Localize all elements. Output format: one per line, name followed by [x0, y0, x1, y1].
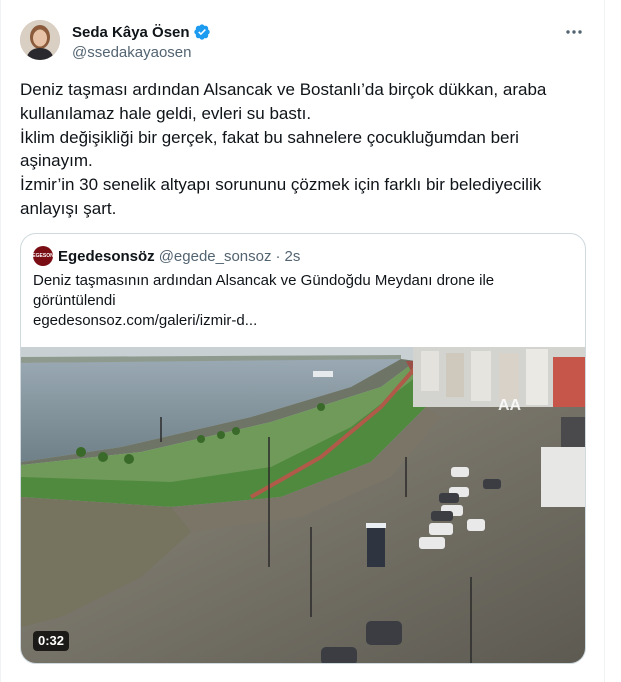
author-handle[interactable]: @ssedakayaosen — [72, 44, 191, 61]
avatar-photo — [20, 20, 60, 60]
quoted-author-name[interactable]: Egedesonsöz — [58, 248, 155, 265]
tweet: Seda Kâya Ösen @ssedakayaosen Deniz taşm… — [0, 0, 604, 682]
quoted-author-handle[interactable]: @egede_sonsoz — [159, 248, 272, 265]
more-options-icon[interactable] — [564, 22, 584, 42]
quoted-tweet[interactable]: EGESON Egedesonsöz @egede_sonsoz · 2s De… — [20, 233, 586, 664]
separator-dot: · — [275, 247, 281, 265]
tweet-text: Deniz taşması ardından Alsancak ve Bosta… — [20, 78, 590, 221]
quoted-tweet-text: Deniz taşmasının ardından Alsancak ve Gü… — [33, 271, 573, 331]
quoted-link[interactable]: egedesonsoz.com/galeri/izmir-d... — [33, 311, 573, 331]
video-duration-badge: 0:32 — [33, 631, 70, 651]
avatar[interactable] — [20, 20, 60, 60]
quoted-avatar[interactable]: EGESON — [32, 246, 54, 266]
video-player[interactable]: AA 0:32 — [21, 347, 585, 663]
verified-badge-icon[interactable] — [193, 23, 211, 41]
timeline-border-right — [604, 0, 605, 682]
tweet-text-line: İklim değişikliği bir gerçek, fakat bu s… — [20, 127, 519, 171]
watermark-logo: AA — [498, 397, 522, 414]
quoted-tweet-header: EGESON Egedesonsöz @egede_sonsoz · 2s — [32, 246, 301, 266]
tweet-text-line: Deniz taşması ardından Alsancak ve Bosta… — [20, 80, 547, 123]
tweet-text-line: İzmir’in 30 senelik altyapı sorununu çöz… — [20, 175, 542, 218]
quoted-text-line: görüntülendi — [33, 292, 116, 309]
author-name[interactable]: Seda Kâya Ösen — [72, 23, 211, 41]
video-thumbnail — [21, 347, 585, 663]
quoted-timestamp[interactable]: 2s — [285, 248, 301, 265]
author-name-text[interactable]: Seda Kâya Ösen — [72, 24, 190, 41]
quoted-text-line: Deniz taşmasının ardından Alsancak ve Gü… — [33, 272, 495, 289]
